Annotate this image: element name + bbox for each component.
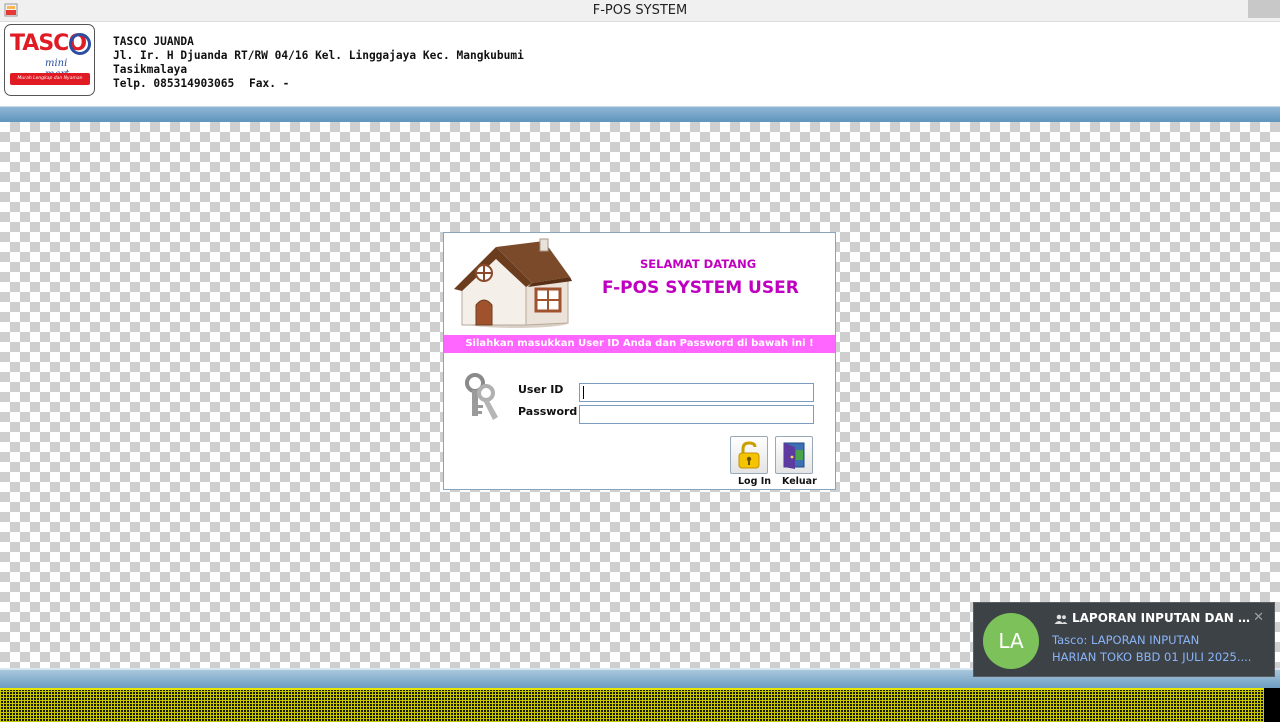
padlock-icon [738, 441, 760, 469]
header-divider [0, 106, 1280, 122]
title-bar: F-POS SYSTEM [0, 0, 1280, 22]
user-id-label: User ID [518, 383, 564, 396]
store-fax: Fax. - [249, 77, 290, 90]
window-title: F-POS SYSTEM [592, 3, 688, 18]
instruction-bar: Silahkan masukkan User ID Anda dan Passw… [444, 335, 835, 353]
welcome-text: SELAMAT DATANG [640, 257, 757, 271]
notification-toast[interactable]: LA LAPORAN INPUTAN DAN IN... ✕ Tasco: LA… [973, 602, 1275, 677]
store-logo: TASCO mini mart Murah Lengkap dan Nyaman [4, 24, 95, 96]
user-id-input[interactable] [579, 383, 814, 402]
notification-title: LAPORAN INPUTAN DAN IN... [1072, 611, 1250, 625]
exit-button[interactable] [775, 436, 813, 474]
status-strip-end [1264, 688, 1280, 722]
login-button-label: Log In [738, 476, 771, 487]
login-dialog: SELAMAT DATANG F-POS SYSTEM USER Silahka… [443, 232, 836, 490]
logo-emblem [69, 33, 91, 55]
logo-tagline: Murah Lengkap dan Nyaman [10, 73, 90, 85]
store-contact: Telp. 085314903065 Fax. - [113, 77, 524, 91]
exit-door-icon [783, 442, 805, 469]
house-icon [454, 238, 572, 328]
window-control-button[interactable] [1248, 0, 1280, 18]
notification-header: LAPORAN INPUTAN DAN IN... [1054, 611, 1250, 625]
text-caret [583, 386, 584, 399]
exit-button-label: Keluar [782, 476, 817, 487]
group-icon [1054, 614, 1068, 624]
login-button[interactable] [730, 436, 768, 474]
store-address: Jl. Ir. H Djuanda RT/RW 04/16 Kel. Lingg… [113, 49, 524, 62]
store-phone: Telp. 085314903065 [113, 77, 235, 90]
store-name: TASCO JUANDA [113, 35, 194, 48]
notification-body: Tasco: LAPORAN INPUTAN HARIAN TOKO BBD 0… [1052, 632, 1252, 666]
store-city: Tasikmalaya [113, 63, 188, 76]
store-info: TASCO JUANDA Jl. Ir. H Djuanda RT/RW 04/… [113, 35, 524, 91]
status-strip [0, 688, 1280, 722]
keys-icon [465, 373, 498, 420]
notification-line-2: HARIAN TOKO BBD 01 JULI 2025.... [1052, 650, 1252, 664]
login-title: F-POS SYSTEM USER [602, 278, 799, 298]
password-label: Password [518, 405, 578, 418]
avatar: LA [983, 613, 1039, 669]
notification-line-1: Tasco: LAPORAN INPUTAN [1052, 633, 1200, 647]
password-input[interactable] [579, 405, 814, 424]
close-icon[interactable]: ✕ [1253, 610, 1264, 625]
store-header: TASCO mini mart Murah Lengkap dan Nyaman… [0, 22, 1280, 106]
